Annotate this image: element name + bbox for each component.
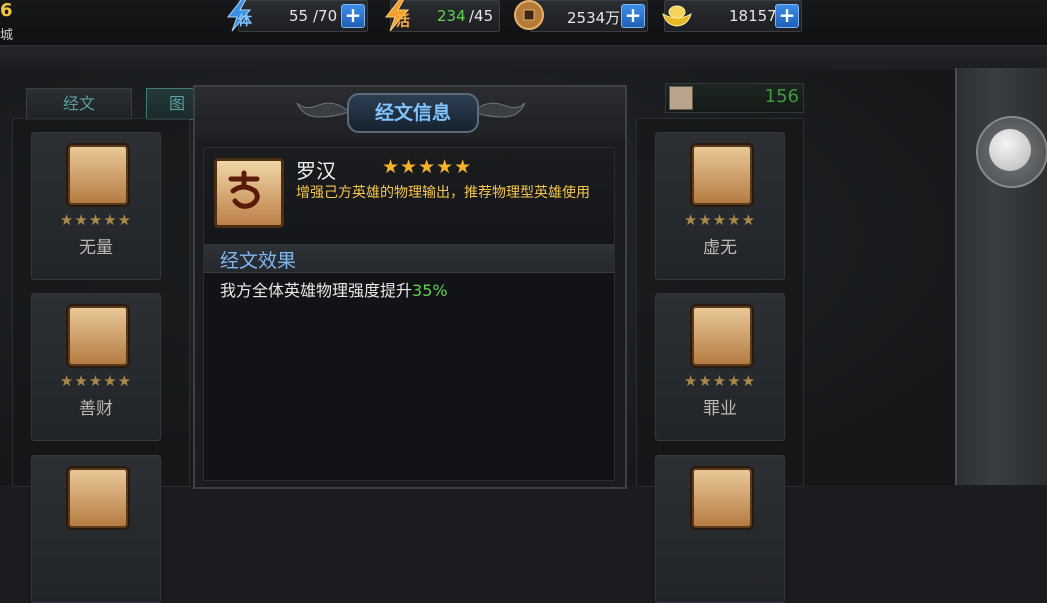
- joystick-knob[interactable]: [989, 129, 1031, 171]
- scroll-icon: [669, 86, 693, 110]
- tab-scriptures[interactable]: 经文: [26, 88, 132, 120]
- scripture-info-dialog: 经文信息 罗汉 ★★★★★ 增强己方英雄的物理输出，推荐物理型英雄使用 经文效果…: [193, 85, 627, 489]
- item-stars: ★★★★★: [382, 156, 473, 178]
- card-xuwu[interactable]: ★★★★★ 虚无: [655, 132, 785, 280]
- card-stars: ★★★★★: [683, 211, 757, 229]
- rune-luohan-icon: [214, 158, 284, 228]
- effect-description: 我方全体英雄物理强度提升35%: [220, 277, 448, 301]
- stamina-current: 55: [289, 7, 309, 25]
- player-level: 6: [0, 0, 13, 21]
- rune-xuwu-icon: [692, 145, 752, 205]
- card-shancai[interactable]: ★★★★★ 善财: [31, 293, 161, 441]
- dialog-body: 罗汉 ★★★★★ 增强己方英雄的物理输出，推荐物理型英雄使用 经文效果 我方全体…: [203, 147, 615, 481]
- effect-section-header: 经文效果: [204, 244, 614, 273]
- vigor-max: /45: [469, 7, 494, 25]
- card-stars: ★★★★★: [59, 211, 133, 229]
- gold-ingot-icon: [662, 5, 692, 27]
- item-name: 罗汉: [296, 159, 336, 183]
- dialog-title: 经文信息: [347, 93, 479, 133]
- card-name: 善财: [79, 399, 113, 419]
- vigor-current: 234: [437, 7, 466, 25]
- card-partial[interactable]: [31, 455, 161, 603]
- coins-add-button[interactable]: +: [621, 4, 645, 28]
- item-description: 增强己方英雄的物理输出，推荐物理型英雄使用: [296, 185, 590, 201]
- copper-coin-icon: [514, 0, 544, 30]
- ingots-add-button[interactable]: +: [775, 4, 799, 28]
- card-name: 无量: [79, 238, 113, 258]
- card-name: 罪业: [703, 399, 737, 419]
- rune-partial-icon: [68, 468, 128, 528]
- scripture-count-value: 156: [764, 86, 799, 107]
- stamina-icon-label: 体: [238, 13, 252, 29]
- card-stars: ★★★★★: [683, 372, 757, 390]
- stamina-max: /70: [313, 7, 338, 25]
- scripture-count-box: 156: [665, 83, 804, 113]
- card-wuliang[interactable]: ★★★★★ 无量: [31, 132, 161, 280]
- stamina-resource: 55 /70 +: [238, 0, 368, 32]
- ingots-value: 18157: [729, 7, 777, 25]
- coins-resource: 2534万 +: [530, 0, 648, 32]
- rune-zuiye-icon: [692, 306, 752, 366]
- coins-value: 2534万: [567, 9, 621, 27]
- card-partial[interactable]: [655, 455, 785, 603]
- ornament-right-icon: [472, 102, 526, 118]
- ornament-left-icon: [296, 102, 350, 118]
- effect-text: 我方全体英雄物理强度提升: [220, 281, 413, 300]
- rune-wuliang-icon: [68, 145, 128, 205]
- rune-partial-icon: [692, 468, 752, 528]
- sub-header-band: [0, 45, 1047, 71]
- vigor-icon-label: 活: [396, 14, 410, 30]
- stamina-add-button[interactable]: +: [341, 4, 365, 28]
- card-name: 虚无: [703, 238, 737, 258]
- effect-value: 35%: [412, 281, 448, 300]
- location-label: 城: [0, 28, 14, 43]
- item-header-panel: 罗汉 ★★★★★ 增强己方英雄的物理输出，推荐物理型英雄使用: [204, 148, 614, 242]
- card-stars: ★★★★★: [59, 372, 133, 390]
- card-zuiye[interactable]: ★★★★★ 罪业: [655, 293, 785, 441]
- effect-section-title: 经文效果: [220, 250, 297, 272]
- rune-shancai-icon: [68, 306, 128, 366]
